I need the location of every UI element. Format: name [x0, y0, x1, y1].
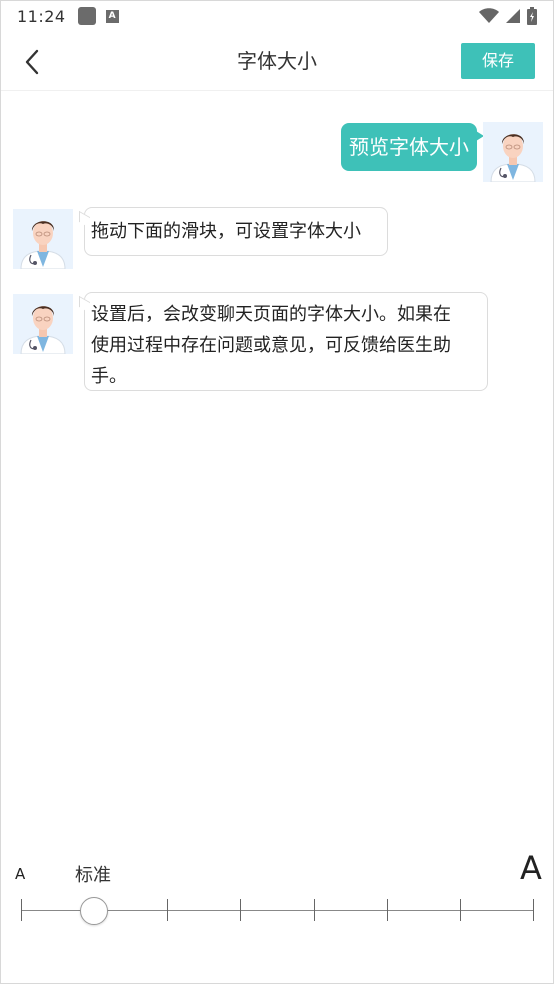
font-size-small-label: A: [15, 865, 26, 883]
slider-tick: [21, 899, 22, 921]
slider-thumb[interactable]: [80, 897, 108, 925]
slider-tick: [387, 899, 388, 921]
status-icons: [479, 7, 537, 25]
save-button[interactable]: 保存: [461, 43, 535, 79]
notification-badge-icon: A: [105, 9, 119, 23]
notification-icon: [77, 7, 96, 25]
message-line: 使用过程中存在问题或意见，可反馈给医生助: [91, 335, 451, 356]
app-bar: 字体大小 保存: [1, 31, 553, 91]
doctor-avatar-icon: [13, 294, 73, 354]
font-size-slider[interactable]: [20, 896, 536, 926]
font-size-current-label: 标准: [75, 865, 111, 886]
message-line: 手。: [91, 366, 127, 387]
message-incoming: 拖动下面的滑块，可设置字体大小: [84, 207, 388, 256]
font-size-large-label: A: [520, 849, 542, 887]
message-outgoing: 预览字体大小: [341, 123, 484, 171]
avatar: [13, 294, 73, 354]
slider-tick: [167, 899, 168, 921]
slider-tick: [314, 899, 315, 921]
signal-icon: [506, 9, 520, 23]
doctor-avatar-icon: [483, 122, 543, 182]
avatar: [483, 122, 543, 182]
back-button[interactable]: [15, 45, 49, 79]
wifi-icon: [479, 8, 499, 23]
chevron-left-icon: [25, 49, 39, 75]
message-line: 设置后，会改变聊天页面的字体大小。如果在: [91, 304, 451, 325]
battery-icon: [527, 7, 537, 25]
doctor-avatar-icon: [13, 209, 73, 269]
status-time: 11:24: [17, 6, 66, 26]
slider-tick: [533, 899, 534, 921]
avatar: [13, 209, 73, 269]
status-bar: 11:24 A: [1, 1, 553, 31]
slider-tick: [240, 899, 241, 921]
message-incoming: 设置后，会改变聊天页面的字体大小。如果在 使用过程中存在问题或意见，可反馈给医生…: [84, 292, 488, 391]
slider-tick: [460, 899, 461, 921]
